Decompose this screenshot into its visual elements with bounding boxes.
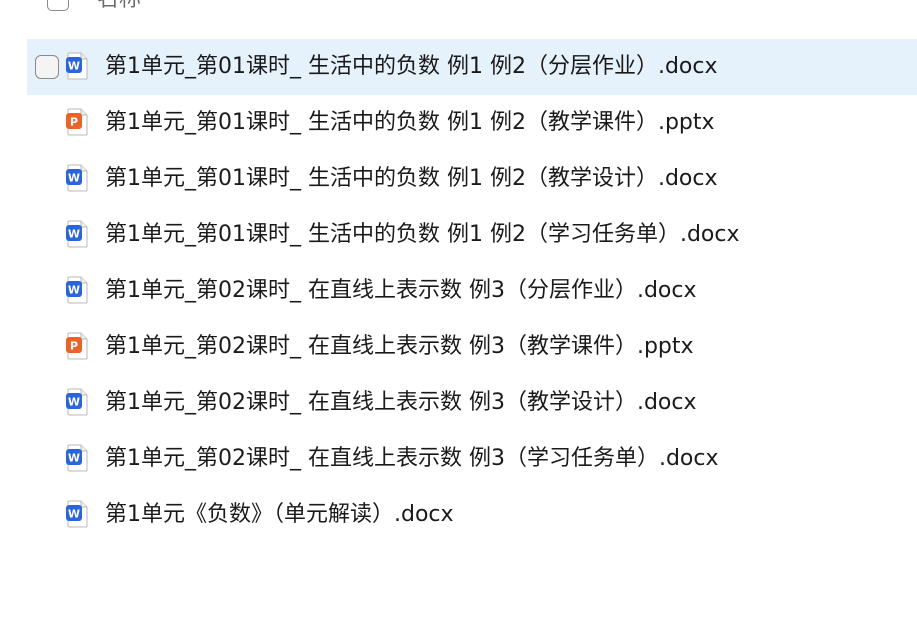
powerpoint-icon: P — [66, 108, 88, 136]
svg-text:W: W — [68, 228, 80, 241]
word-icon: W — [66, 52, 88, 80]
svg-text:W: W — [68, 452, 80, 465]
powerpoint-icon: P — [66, 332, 88, 360]
file-row[interactable]: W 第1单元_第01课时_ 生活中的负数 例1 例2（教学设计）.docx — [27, 151, 917, 207]
file-row[interactable]: W 第1单元_第01课时_ 生活中的负数 例1 例2（学习任务单）.docx — [27, 207, 917, 263]
file-row[interactable]: W 第1单元_第02课时_ 在直线上表示数 例3（学习任务单）.docx — [27, 431, 917, 487]
file-name[interactable]: 第1单元《负数》（单元解读）.docx — [105, 487, 454, 543]
svg-text:P: P — [70, 116, 78, 129]
word-icon: W — [66, 220, 88, 248]
file-name[interactable]: 第1单元_第02课时_ 在直线上表示数 例3（分层作业）.docx — [105, 263, 697, 319]
select-all-checkbox[interactable] — [47, 0, 69, 11]
svg-text:W: W — [68, 396, 80, 409]
svg-text:W: W — [68, 172, 80, 185]
file-row[interactable]: W 第1单元_第02课时_ 在直线上表示数 例3（教学设计）.docx — [27, 375, 917, 431]
file-row[interactable]: W 第1单元_第01课时_ 生活中的负数 例1 例2（分层作业）.docx — [27, 39, 917, 95]
file-list: W 第1单元_第01课时_ 生活中的负数 例1 例2（分层作业）.docx P 第1单… — [27, 39, 917, 543]
svg-text:P: P — [70, 340, 78, 353]
word-icon: W — [66, 444, 88, 472]
svg-text:W: W — [68, 60, 80, 73]
file-name[interactable]: 第1单元_第02课时_ 在直线上表示数 例3（教学课件）.pptx — [105, 319, 694, 375]
file-row[interactable]: W 第1单元_第02课时_ 在直线上表示数 例3（分层作业）.docx — [27, 263, 917, 319]
file-name[interactable]: 第1单元_第01课时_ 生活中的负数 例1 例2（教学设计）.docx — [105, 151, 718, 207]
file-name[interactable]: 第1单元_第01课时_ 生活中的负数 例1 例2（学习任务单）.docx — [105, 207, 740, 263]
column-header: 名称 — [0, 0, 917, 18]
word-icon: W — [66, 500, 88, 528]
file-name[interactable]: 第1单元_第02课时_ 在直线上表示数 例3（教学设计）.docx — [105, 375, 697, 431]
word-icon: W — [66, 388, 88, 416]
svg-text:W: W — [68, 508, 80, 521]
file-name[interactable]: 第1单元_第01课时_ 生活中的负数 例1 例2（分层作业）.docx — [105, 39, 718, 95]
file-row[interactable]: P 第1单元_第02课时_ 在直线上表示数 例3（教学课件）.pptx — [27, 319, 917, 375]
row-checkbox[interactable] — [35, 55, 59, 79]
file-row[interactable]: W 第1单元《负数》（单元解读）.docx — [27, 487, 917, 543]
name-column-header[interactable]: 名称 — [97, 0, 141, 14]
svg-text:W: W — [68, 284, 80, 297]
word-icon: W — [66, 164, 88, 192]
file-name[interactable]: 第1单元_第01课时_ 生活中的负数 例1 例2（教学课件）.pptx — [105, 95, 715, 151]
file-name[interactable]: 第1单元_第02课时_ 在直线上表示数 例3（学习任务单）.docx — [105, 431, 719, 487]
word-icon: W — [66, 276, 88, 304]
file-row[interactable]: P 第1单元_第01课时_ 生活中的负数 例1 例2（教学课件）.pptx — [27, 95, 917, 151]
